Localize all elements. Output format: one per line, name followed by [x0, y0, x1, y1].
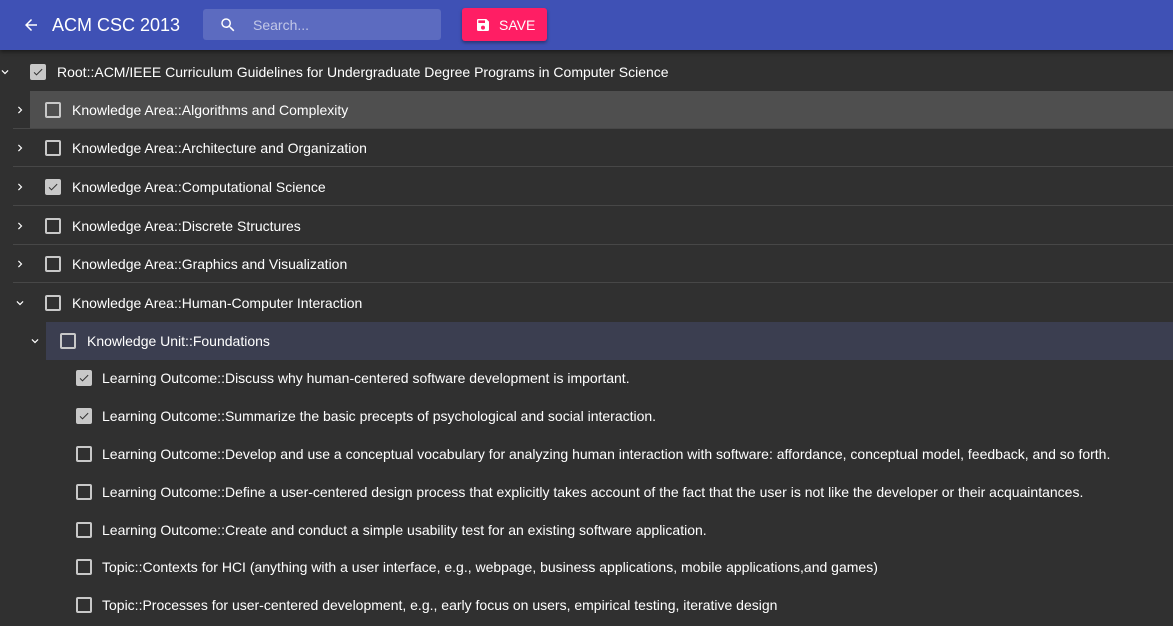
checkbox-unchecked-icon[interactable] — [76, 446, 92, 462]
tree-node-label: Knowledge Area::Human-Computer Interacti… — [72, 295, 363, 311]
app-toolbar: ACM CSC 2013 SAVE — [0, 0, 1173, 50]
tree-node-root[interactable]: Root::ACM/IEEE Curriculum Guidelines for… — [0, 53, 1173, 91]
checkbox-unchecked-icon[interactable] — [76, 559, 92, 575]
tree-node-label: Root::ACM/IEEE Curriculum Guidelines for… — [57, 64, 669, 80]
tree-node-knowledge-area[interactable]: Knowledge Area::Architecture and Organiz… — [0, 129, 1173, 167]
chevron-right-icon[interactable] — [13, 219, 27, 233]
tree-node-label: Knowledge Area::Architecture and Organiz… — [72, 140, 367, 156]
arrow-left-icon — [25, 19, 37, 31]
tree-node-topic[interactable]: Topic::Contexts for HCI (anything with a… — [0, 548, 1173, 586]
tree-node-label: Learning Outcome::Discuss why human-cent… — [102, 370, 630, 386]
checkbox-unchecked-icon[interactable] — [45, 102, 61, 118]
tree-node-label: Topic::Contexts for HCI (anything with a… — [102, 559, 878, 575]
chevron-right-icon[interactable] — [13, 103, 27, 117]
tree-node-label: Learning Outcome::Summarize the basic pr… — [102, 408, 657, 424]
checkbox-unchecked-icon[interactable] — [45, 140, 61, 156]
tree-node-label: Learning Outcome::Create and conduct a s… — [102, 522, 707, 538]
back-button[interactable] — [18, 12, 44, 38]
tree-node-knowledge-unit[interactable]: Knowledge Unit::Foundations — [0, 322, 1173, 360]
tree-node-learning-outcome[interactable]: Learning Outcome::Discuss why human-cent… — [0, 359, 1173, 397]
tree-node-label: Knowledge Unit::Foundations — [87, 333, 270, 349]
tree-node-topic[interactable]: Topic::Processes for user-centered devel… — [0, 586, 1173, 624]
tree-node-knowledge-area[interactable]: Knowledge Area::Algorithms and Complexit… — [0, 91, 1173, 129]
checkbox-checked-icon[interactable] — [45, 179, 61, 195]
checkbox-unchecked-icon[interactable] — [76, 597, 92, 613]
tree-node-knowledge-area[interactable]: Knowledge Area::Computational Science — [0, 168, 1173, 206]
tree-node-label: Learning Outcome::Develop and use a conc… — [102, 446, 1111, 462]
tree-node-label: Knowledge Area::Discrete Structures — [72, 218, 301, 234]
tree-node-label: Knowledge Area::Algorithms and Complexit… — [72, 102, 349, 118]
chevron-right-icon[interactable] — [13, 180, 27, 194]
tree-node-knowledge-area[interactable]: Knowledge Area::Graphics and Visualizati… — [0, 245, 1173, 283]
chevron-down-icon[interactable] — [28, 334, 42, 348]
search-input[interactable] — [253, 9, 433, 40]
search-box[interactable] — [203, 9, 441, 40]
tree-node-knowledge-area[interactable]: Knowledge Area::Human-Computer Interacti… — [0, 284, 1173, 322]
floppy-disk-icon — [477, 19, 489, 31]
app-title: ACM CSC 2013 — [52, 15, 181, 35]
chevron-right-icon[interactable] — [13, 257, 27, 271]
search-icon — [221, 18, 235, 32]
checkbox-checked-icon[interactable] — [76, 370, 92, 386]
checkbox-unchecked-icon[interactable] — [60, 333, 76, 349]
chevron-down-icon[interactable] — [13, 296, 27, 310]
tree-node-label: Knowledge Area::Graphics and Visualizati… — [72, 256, 348, 272]
checkbox-checked-icon[interactable] — [76, 408, 92, 424]
chevron-right-icon[interactable] — [13, 141, 27, 155]
save-button[interactable]: SAVE — [462, 8, 547, 41]
tree-node-learning-outcome[interactable]: Learning Outcome::Define a user-centered… — [0, 473, 1173, 511]
tree-node-learning-outcome[interactable]: Learning Outcome::Summarize the basic pr… — [0, 397, 1173, 435]
checkbox-unchecked-icon[interactable] — [76, 522, 92, 538]
tree-node-learning-outcome[interactable]: Learning Outcome::Develop and use a conc… — [0, 435, 1173, 473]
checkbox-checked-icon[interactable] — [30, 64, 46, 80]
checkbox-unchecked-icon[interactable] — [45, 218, 61, 234]
curriculum-tree: Root::ACM/IEEE Curriculum Guidelines for… — [0, 50, 1173, 626]
checkbox-unchecked-icon[interactable] — [45, 256, 61, 272]
save-button-label: SAVE — [499, 17, 536, 33]
chevron-down-icon[interactable] — [0, 65, 12, 79]
checkbox-unchecked-icon[interactable] — [45, 295, 61, 311]
tree-node-label: Topic::Processes for user-centered devel… — [102, 597, 778, 613]
tree-node-label: Learning Outcome::Define a user-centered… — [102, 484, 1084, 500]
tree-node-label: Knowledge Area::Computational Science — [72, 179, 326, 195]
tree-node-knowledge-area[interactable]: Knowledge Area::Discrete Structures — [0, 207, 1173, 245]
tree-node-learning-outcome[interactable]: Learning Outcome::Create and conduct a s… — [0, 511, 1173, 549]
checkbox-unchecked-icon[interactable] — [76, 484, 92, 500]
